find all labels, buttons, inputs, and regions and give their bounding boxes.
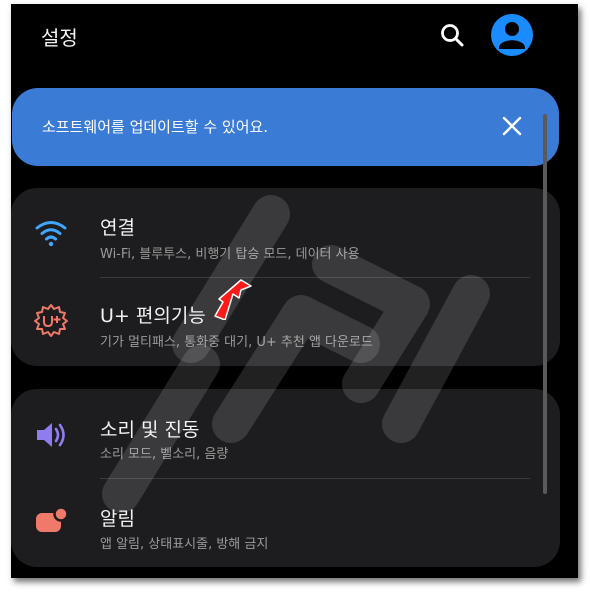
close-icon[interactable] <box>497 111 527 141</box>
settings-item-uplus[interactable]: U+ 편의기능 기가 멀티패스, 통화중 대기, U+ 추천 앱 다운로드 <box>11 277 560 366</box>
update-banner[interactable]: 소프트웨어를 업데이트할 수 있어요. <box>12 88 559 166</box>
settings-item-subtitle: Wi-Fi, 블루투스, 비행기 탑승 모드, 데이터 사용 <box>100 247 360 262</box>
notification-icon <box>33 504 69 540</box>
page-title: 설정 <box>41 26 78 50</box>
settings-item-sound[interactable]: 소리 및 진동 소리 모드, 벨소리, 음량 <box>11 389 560 478</box>
scrollbar[interactable] <box>543 114 547 494</box>
settings-screen: 설정 소프트웨어를 업데이트할 수 있어요. 연결 Wi-Fi, 블루투스, 비… <box>11 4 578 578</box>
search-icon[interactable] <box>439 22 465 48</box>
red-arrow-icon <box>211 276 255 321</box>
settings-group-1: 연결 Wi-Fi, 블루투스, 비행기 탑승 모드, 데이터 사용 U+ 편의기… <box>11 188 560 366</box>
account-icon[interactable] <box>491 14 533 56</box>
settings-item-label: U+ 편의기능 <box>100 305 206 327</box>
settings-item-notifications[interactable]: 알림 앱 알림, 상태표시줄, 방해 금지 <box>11 478 560 567</box>
settings-item-label: 알림 <box>100 508 135 530</box>
settings-group-2: 소리 및 진동 소리 모드, 벨소리, 음량 알림 앱 알림, 상태표시줄, 방… <box>11 389 560 567</box>
wifi-icon <box>33 214 69 250</box>
settings-item-subtitle: 소리 모드, 벨소리, 음량 <box>100 447 229 462</box>
settings-item-label: 연결 <box>100 217 135 239</box>
settings-item-subtitle: 기가 멀티패스, 통화중 대기, U+ 추천 앱 다운로드 <box>100 335 373 350</box>
update-banner-text: 소프트웨어를 업데이트할 수 있어요. <box>42 118 269 136</box>
speaker-icon <box>33 417 69 453</box>
top-app-bar: 설정 <box>11 4 578 68</box>
settings-item-label: 소리 및 진동 <box>100 419 200 441</box>
settings-item-connections[interactable]: 연결 Wi-Fi, 블루투스, 비행기 탑승 모드, 데이터 사용 <box>11 188 560 277</box>
gear-uplus-icon <box>33 302 69 338</box>
settings-item-subtitle: 앱 알림, 상태표시줄, 방해 금지 <box>100 537 269 552</box>
